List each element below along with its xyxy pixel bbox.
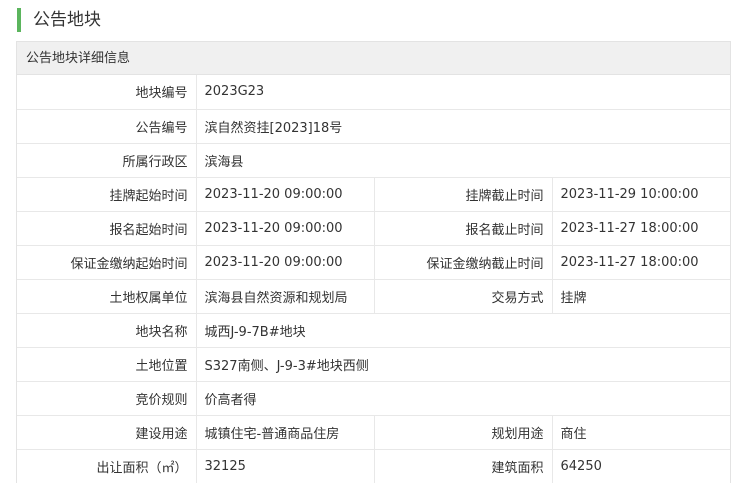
field-value: 2023-11-20 09:00:00 [196, 177, 375, 212]
table-row: 地块编号 2023G23 [17, 75, 730, 110]
field-label: 挂牌截止时间 [374, 177, 553, 212]
field-value: 商住 [552, 415, 730, 450]
table-row: 竞价规则 价高者得 [17, 381, 730, 416]
field-label: 所属行政区 [17, 143, 197, 178]
table-row: 挂牌起始时间 2023-11-20 09:00:00 挂牌截止时间 2023-1… [17, 177, 730, 212]
field-value: 2023-11-20 09:00:00 [196, 211, 375, 246]
field-value: S327南侧、J-9-3#地块西侧 [196, 347, 730, 382]
table-row: 地块名称 城西J-9-7B#地块 [17, 313, 730, 348]
field-label: 地块编号 [17, 75, 197, 110]
field-label: 竞价规则 [17, 381, 197, 416]
field-label: 土地位置 [17, 347, 197, 382]
field-label: 建筑面积 [374, 449, 553, 483]
field-label: 出让面积（㎡） [17, 449, 197, 483]
field-value: 2023G23 [196, 75, 730, 110]
land-detail-panel: 公告地块详细信息 地块编号 2023G23 公告编号 滨自然资挂[2023]18… [16, 41, 731, 483]
field-label: 建设用途 [17, 415, 197, 450]
table-row: 保证金缴纳起始时间 2023-11-20 09:00:00 保证金缴纳截止时间 … [17, 245, 730, 280]
field-label: 规划用途 [374, 415, 553, 450]
field-value: 2023-11-27 18:00:00 [552, 211, 730, 246]
field-value: 滨海县 [196, 143, 730, 178]
table-row: 土地位置 S327南侧、J-9-3#地块西侧 [17, 347, 730, 382]
page-title: 公告地块 [17, 8, 101, 32]
field-value: 城镇住宅-普通商品住房 [196, 415, 375, 450]
field-value: 2023-11-20 09:00:00 [196, 245, 375, 280]
panel-header: 公告地块详细信息 [17, 42, 730, 75]
table-row: 公告编号 滨自然资挂[2023]18号 [17, 109, 730, 144]
table-row: 报名起始时间 2023-11-20 09:00:00 报名截止时间 2023-1… [17, 211, 730, 246]
field-label: 保证金缴纳截止时间 [374, 245, 553, 280]
field-label: 报名起始时间 [17, 211, 197, 246]
field-label: 地块名称 [17, 313, 197, 348]
table-row: 土地权属单位 滨海县自然资源和规划局 交易方式 挂牌 [17, 279, 730, 314]
field-value: 2023-11-27 18:00:00 [552, 245, 730, 280]
field-value: 挂牌 [552, 279, 730, 314]
field-label: 交易方式 [374, 279, 553, 314]
field-value: 32125 [196, 449, 375, 483]
field-value: 城西J-9-7B#地块 [196, 313, 730, 348]
field-value: 滨海县自然资源和规划局 [196, 279, 375, 314]
table-row: 所属行政区 滨海县 [17, 143, 730, 178]
field-value: 64250 [552, 449, 730, 483]
field-value: 滨自然资挂[2023]18号 [196, 109, 730, 144]
field-value: 2023-11-29 10:00:00 [552, 177, 730, 212]
field-value: 价高者得 [196, 381, 730, 416]
field-label: 保证金缴纳起始时间 [17, 245, 197, 280]
table-row: 出让面积（㎡） 32125 建筑面积 64250 [17, 449, 730, 483]
table-row: 建设用途 城镇住宅-普通商品住房 规划用途 商住 [17, 415, 730, 450]
field-label: 挂牌起始时间 [17, 177, 197, 212]
field-label: 报名截止时间 [374, 211, 553, 246]
field-label: 土地权属单位 [17, 279, 197, 314]
land-detail-table: 地块编号 2023G23 公告编号 滨自然资挂[2023]18号 所属行政区 滨… [17, 75, 730, 483]
field-label: 公告编号 [17, 109, 197, 144]
